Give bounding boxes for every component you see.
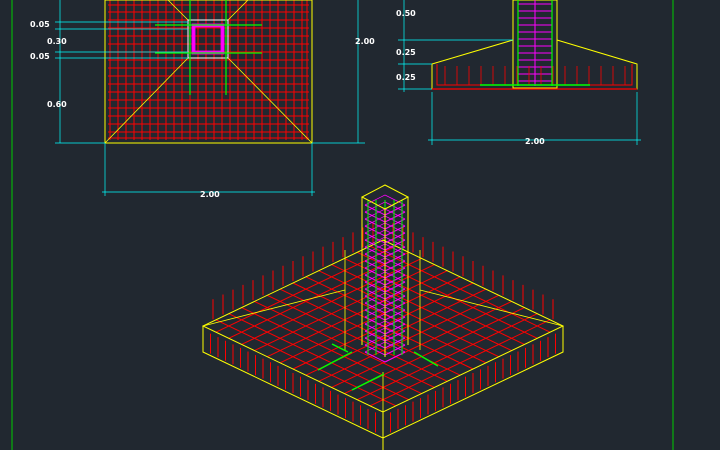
dim-label: 0.25 — [396, 48, 416, 57]
dim-label: 0.60 — [47, 100, 67, 109]
dim-label: 0.05 — [30, 20, 50, 29]
drawing-canvas: 0.05 0.30 0.05 0.60 2.00 2.00 0.50 0.25 … — [0, 0, 720, 450]
dim-label: 2.00 — [200, 190, 220, 199]
dim-label: 0.50 — [396, 9, 416, 18]
dim-label: 2.00 — [525, 137, 545, 146]
dim-label: 0.25 — [396, 73, 416, 82]
dim-label: 0.05 — [30, 52, 50, 61]
dim-label: 0.30 — [47, 37, 67, 46]
dim-label: 2.00 — [355, 37, 375, 46]
